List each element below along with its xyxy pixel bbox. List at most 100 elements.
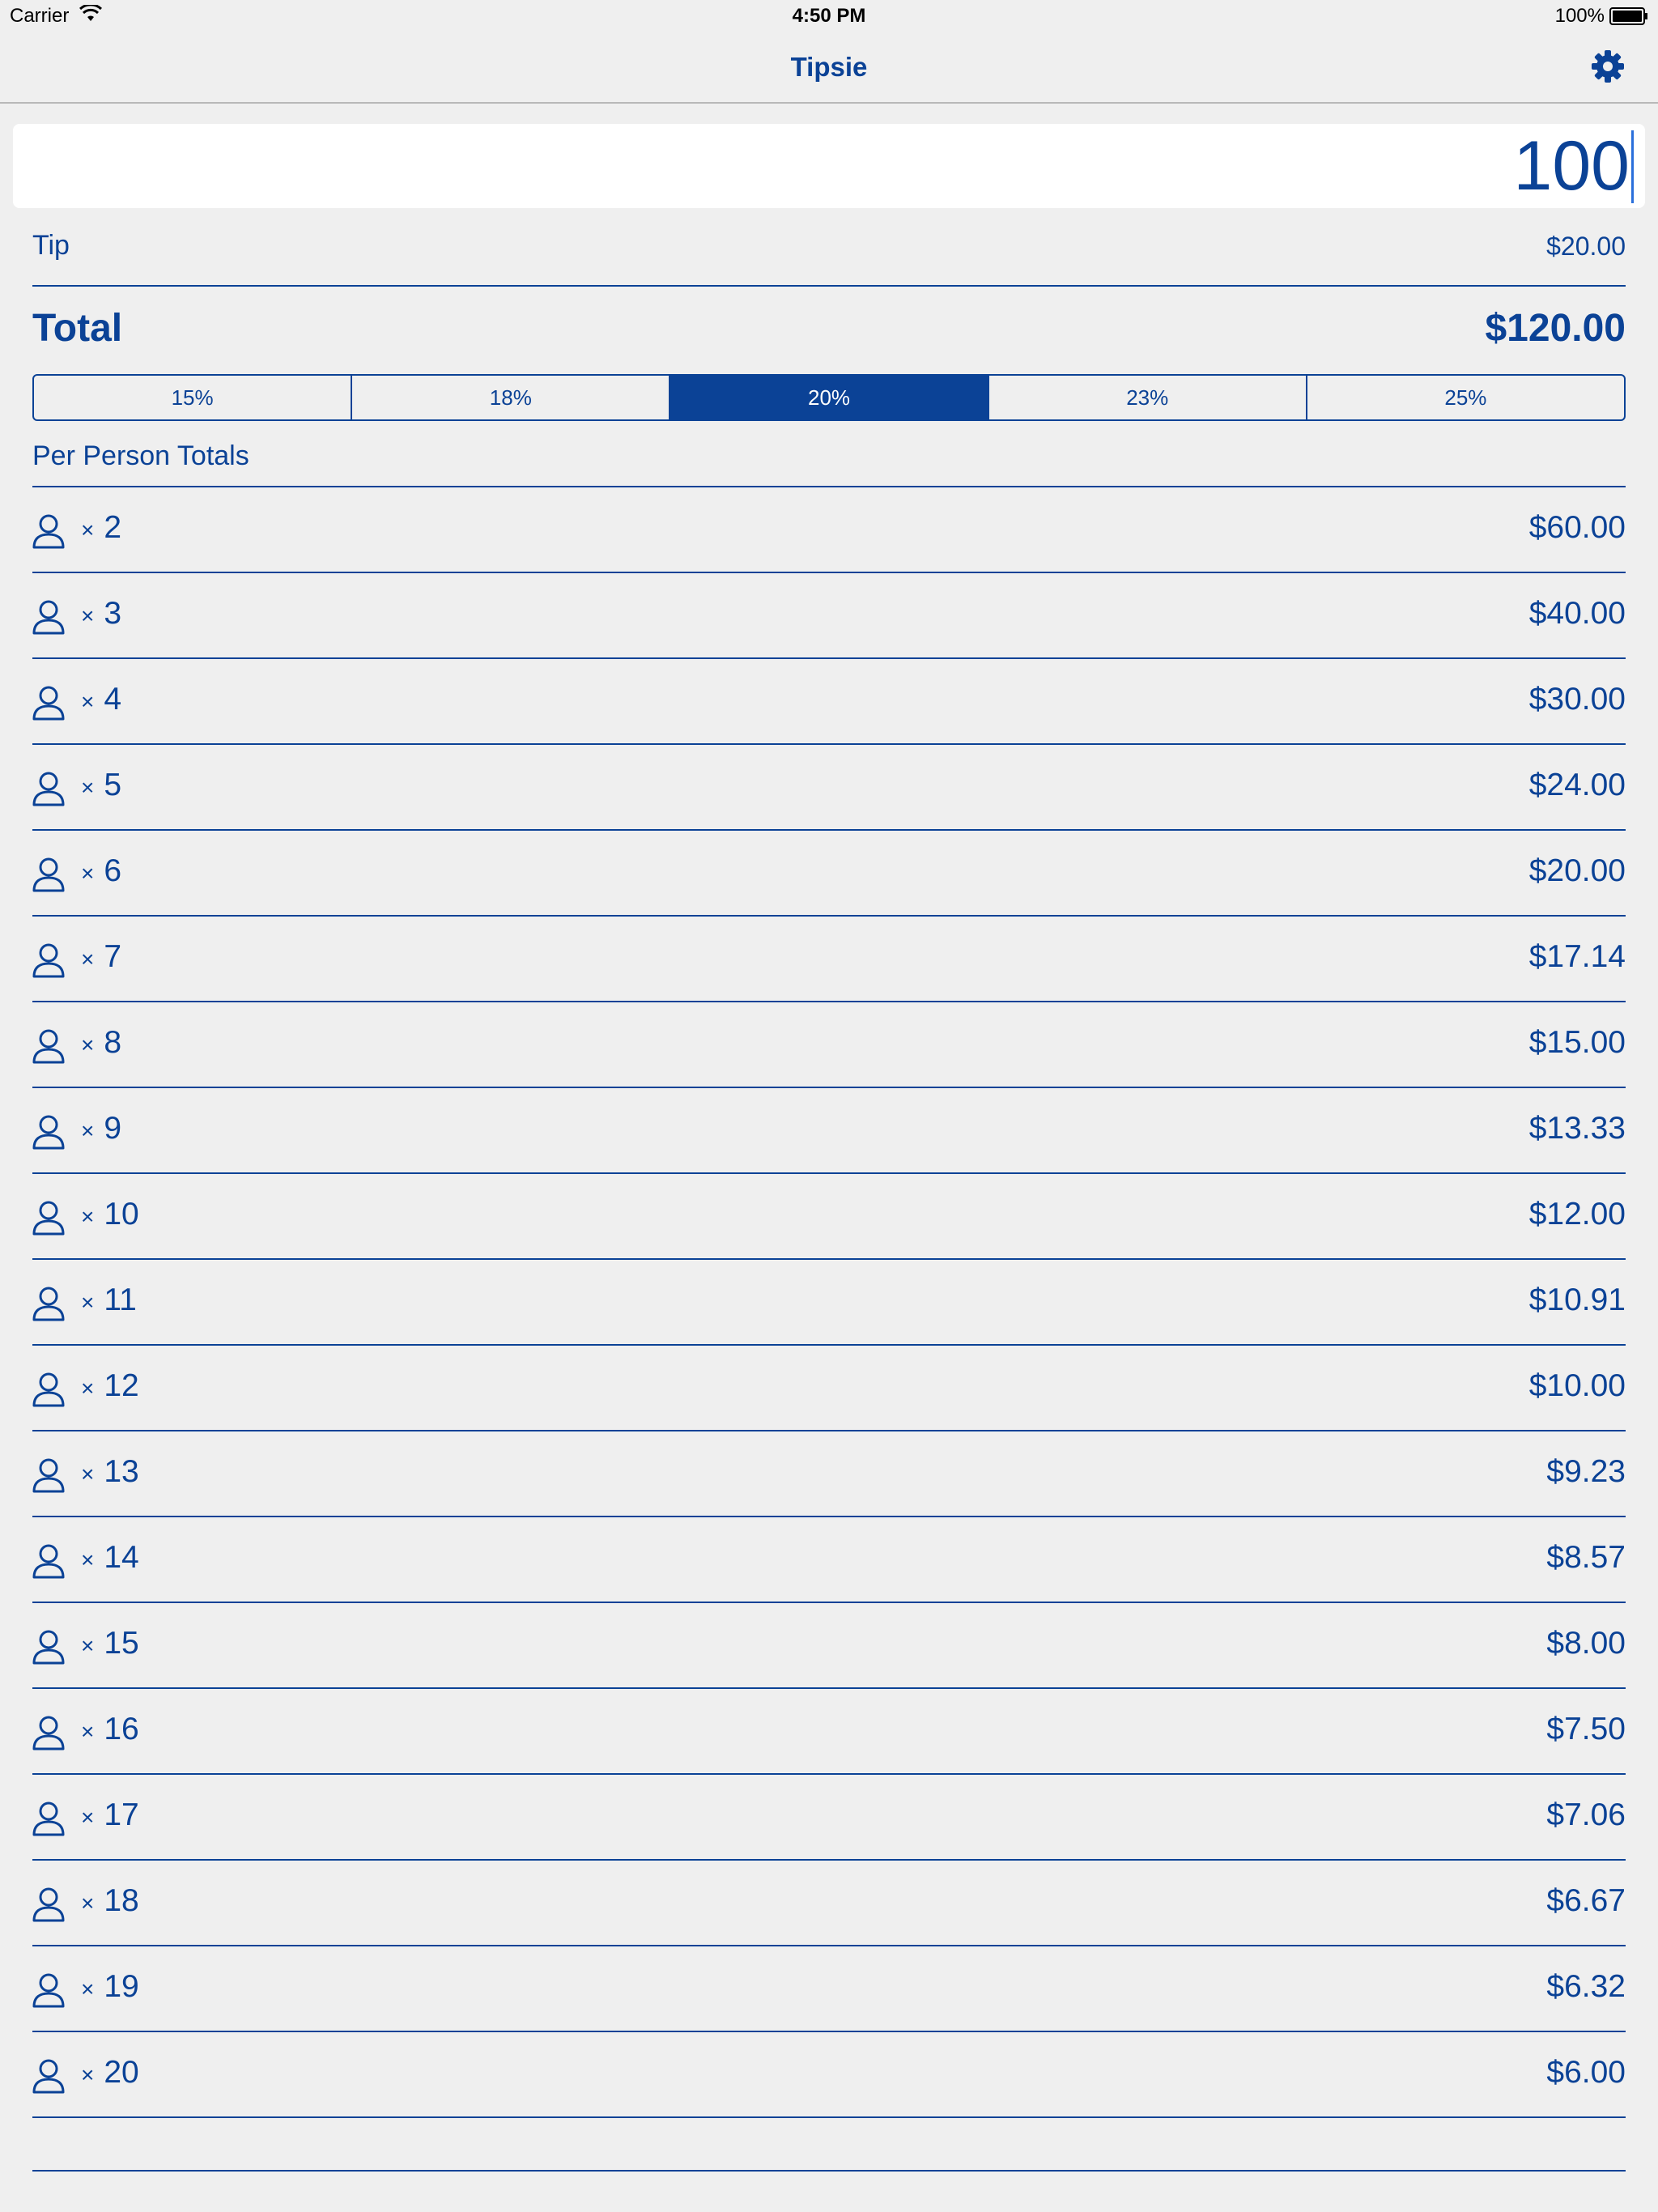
- person-icon: [32, 685, 65, 721]
- per-person-amount: $10.00: [1528, 1368, 1626, 1403]
- person-icon: [32, 1457, 65, 1493]
- per-person-amount: $12.00: [1528, 1197, 1626, 1231]
- party-size-value: 10: [104, 1197, 139, 1231]
- tip-option-25-percent[interactable]: 25%: [1307, 376, 1624, 419]
- times-symbol: ×: [81, 775, 95, 800]
- person-icon: [32, 513, 65, 549]
- party-size: × 13: [81, 1454, 139, 1490]
- tip-row: Tip $20.00: [32, 228, 1626, 287]
- party-size-value: 7: [104, 939, 122, 974]
- tip-value: $20.00: [1546, 232, 1626, 261]
- party-size: × 18: [81, 1883, 139, 1919]
- list-item: × 16 $7.50: [32, 1689, 1626, 1775]
- party-size-value: 17: [104, 1797, 139, 1832]
- total-label: Total: [32, 307, 123, 350]
- times-symbol: ×: [81, 689, 95, 714]
- party-size: × 10: [81, 1197, 139, 1232]
- person-icon: [32, 1629, 65, 1665]
- person-icon: [32, 1887, 65, 1922]
- times-symbol: ×: [81, 1805, 95, 1830]
- party-size: × 7: [81, 939, 121, 975]
- tip-percentage-selector: 15% 18% 20% 23% 25%: [32, 374, 1626, 421]
- list-item: × 13 $9.23: [32, 1431, 1626, 1517]
- party-size: × 8: [81, 1025, 121, 1061]
- party-size-value: 19: [104, 1969, 139, 2004]
- per-person-title: Per Person Totals: [32, 440, 249, 471]
- party-size-value: 12: [104, 1368, 139, 1403]
- party-size: × 20: [81, 2055, 139, 2091]
- total-value: $120.00: [1485, 307, 1626, 350]
- list-item: × 18 $6.67: [32, 1861, 1626, 1946]
- bill-amount-input[interactable]: 100: [13, 124, 1645, 208]
- times-symbol: ×: [81, 2062, 95, 2087]
- party-size-value: 11: [104, 1283, 137, 1317]
- per-person-amount: $13.33: [1528, 1111, 1626, 1146]
- times-symbol: ×: [81, 946, 95, 972]
- times-symbol: ×: [81, 1376, 95, 1401]
- party-size: × 5: [81, 768, 121, 803]
- person-icon: [32, 1543, 65, 1579]
- per-person-amount: $9.23: [1546, 1454, 1626, 1489]
- times-symbol: ×: [81, 603, 95, 628]
- per-person-amount: $60.00: [1528, 510, 1626, 545]
- party-size-value: 15: [104, 1626, 139, 1661]
- tip-option-18-percent[interactable]: 18%: [352, 376, 671, 419]
- list-item: × 7 $17.14: [32, 917, 1626, 1002]
- list-item: × 11 $10.91: [32, 1260, 1626, 1346]
- party-size-value: 8: [104, 1025, 122, 1060]
- times-symbol: ×: [81, 861, 95, 886]
- person-icon: [32, 1972, 65, 2008]
- party-size-value: 16: [104, 1712, 139, 1746]
- list-item: × 14 $8.57: [32, 1517, 1626, 1603]
- person-icon: [32, 1801, 65, 1836]
- list-item: × 5 $24.00: [32, 745, 1626, 831]
- battery-icon: [1609, 7, 1647, 25]
- times-symbol: ×: [81, 1461, 95, 1487]
- party-size-value: 18: [104, 1883, 139, 1918]
- times-symbol: ×: [81, 1290, 95, 1315]
- list-item: × 17 $7.06: [32, 1775, 1626, 1861]
- list-item: × 2 $60.00: [32, 487, 1626, 573]
- bill-amount-value: 100: [1513, 127, 1630, 205]
- person-icon: [32, 1286, 65, 1321]
- per-person-amount: $6.32: [1546, 1969, 1626, 2004]
- person-icon: [32, 1028, 65, 1064]
- per-person-amount: $24.00: [1528, 768, 1626, 802]
- party-size: × 14: [81, 1540, 139, 1576]
- party-size-value: 5: [104, 768, 122, 802]
- times-symbol: ×: [81, 1032, 95, 1057]
- clock: 4:50 PM: [792, 5, 866, 27]
- times-symbol: ×: [81, 517, 95, 542]
- party-size: × 2: [81, 510, 121, 546]
- list-item: × 20 $6.00: [32, 2032, 1626, 2118]
- times-symbol: ×: [81, 1547, 95, 1572]
- status-bar: Carrier 4:50 PM 100%: [0, 0, 1658, 32]
- page-title: Tipsie: [790, 52, 868, 82]
- per-person-amount: $8.00: [1546, 1626, 1626, 1661]
- party-size-value: 2: [104, 510, 122, 545]
- list-item: × 3 $40.00: [32, 573, 1626, 659]
- per-person-amount: $30.00: [1528, 682, 1626, 717]
- per-person-list: × 2 $60.00 × 3 $40.00 × 4 $30.00 × 5 $24.00 × 6 $20.00…: [32, 487, 1626, 2118]
- party-size: × 4: [81, 682, 121, 717]
- per-person-amount: $15.00: [1528, 1025, 1626, 1060]
- per-person-amount: $20.00: [1528, 853, 1626, 888]
- text-cursor: [1631, 130, 1634, 204]
- times-symbol: ×: [81, 1204, 95, 1229]
- person-icon: [32, 2058, 65, 2094]
- times-symbol: ×: [81, 1719, 95, 1744]
- gear-icon[interactable]: [1590, 49, 1626, 84]
- party-size: × 3: [81, 596, 121, 632]
- tip-option-23-percent[interactable]: 23%: [989, 376, 1307, 419]
- party-size-value: 3: [104, 596, 122, 631]
- list-item: × 12 $10.00: [32, 1346, 1626, 1431]
- tip-option-20-percent[interactable]: 20%: [670, 376, 989, 419]
- person-icon: [32, 857, 65, 892]
- person-icon: [32, 1114, 65, 1150]
- list-item: × 4 $30.00: [32, 659, 1626, 745]
- party-size-value: 20: [104, 2055, 139, 2090]
- per-person-amount: $10.91: [1528, 1283, 1626, 1317]
- times-symbol: ×: [81, 1633, 95, 1658]
- tip-option-15-percent[interactable]: 15%: [34, 376, 353, 419]
- party-size: × 16: [81, 1712, 139, 1747]
